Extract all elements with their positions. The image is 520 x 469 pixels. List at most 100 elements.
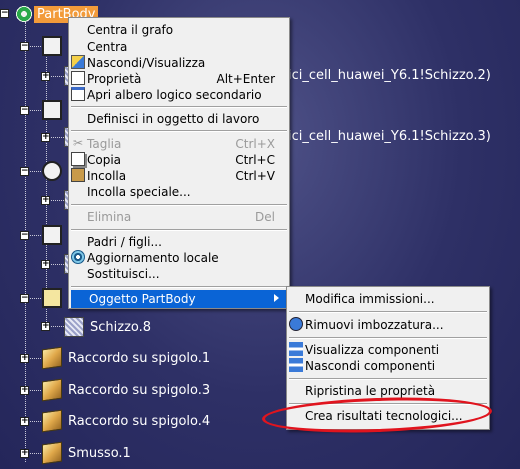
menu-item-local-update[interactable]: Aggiornamento locale: [69, 249, 289, 266]
collapse-toggle[interactable]: −: [20, 42, 29, 51]
submenu-item-restore-properties[interactable]: Ripristina le proprietà: [287, 382, 489, 399]
fillet-icon: [42, 409, 62, 433]
menu-item-label: Padri / figli...: [87, 234, 162, 249]
expand-toggle[interactable]: +: [20, 354, 29, 363]
expand-toggle[interactable]: +: [41, 322, 50, 331]
copy-icon: [71, 152, 85, 166]
menu-item-parents-children[interactable]: Padri / figli...: [69, 233, 289, 250]
menu-separator: [71, 130, 287, 132]
menu-item-delete[interactable]: Elimina Del: [69, 208, 289, 225]
menu-item-label: Rimuovi imbozzatura...: [305, 317, 444, 332]
remove-icon: [289, 317, 303, 331]
submenu-item-show-components[interactable]: Visualizza componenti: [287, 341, 489, 358]
menu-item-partbody-object[interactable]: Oggetto PartBody: [71, 290, 287, 308]
chamfer-icon: [42, 441, 62, 465]
menu-item-shortcut: Ctrl+X: [235, 136, 275, 151]
collapse-toggle[interactable]: −: [20, 167, 29, 176]
menu-item-label: Copia: [87, 152, 122, 167]
menu-item-center[interactable]: Centra: [69, 38, 289, 55]
menu-separator: [71, 204, 287, 206]
menu-item-paste[interactable]: Incolla Ctrl+V: [69, 167, 289, 184]
submenu-arrow-icon: [274, 294, 279, 302]
body-icon[interactable]: [42, 161, 62, 181]
menu-item-label: Taglia: [87, 136, 122, 151]
menu-item-label: Incolla speciale...: [87, 184, 191, 199]
fillet-icon: [42, 346, 62, 370]
menu-item-label: Definisci in oggetto di lavoro: [87, 111, 260, 126]
menu-item-label: Centra il grafo: [87, 22, 174, 37]
tree-node-text: ici_cell_huawei_Y6.1!Schizzo.3): [288, 129, 491, 144]
menu-item-shortcut: Alt+Enter: [216, 71, 275, 86]
menu-item-label: Oggetto PartBody: [89, 292, 196, 306]
menu-item-cut[interactable]: ✂ Taglia Ctrl+X: [69, 135, 289, 152]
submenu-item-hide-components[interactable]: Nascondi componenti: [287, 357, 489, 374]
menu-item-label: Sostituisci...: [87, 266, 160, 281]
hide-show-icon: [71, 55, 85, 69]
body-icon[interactable]: [42, 288, 62, 308]
collapse-toggle[interactable]: −: [20, 231, 29, 240]
collapse-toggle[interactable]: −: [20, 294, 29, 303]
partbody-gear-icon: [14, 4, 34, 24]
body-icon[interactable]: [42, 225, 62, 245]
menu-item-label: Apri albero logico secondario: [87, 87, 262, 102]
menu-item-label: Visualizza componenti: [305, 342, 440, 357]
expand-toggle[interactable]: +: [41, 133, 50, 142]
menu-item-hide-show[interactable]: Nascondi/Visualizza: [69, 54, 289, 71]
tree-node-sketch[interactable]: Schizzo.8: [64, 316, 151, 338]
menu-separator: [289, 311, 487, 313]
menu-item-shortcut: Ctrl+C: [235, 152, 275, 167]
menu-item-properties[interactable]: Proprietà Alt+Enter: [69, 70, 289, 87]
show-components-icon: [289, 342, 303, 356]
fillet-icon: [42, 378, 62, 402]
hide-components-icon: [289, 358, 303, 372]
menu-item-copy[interactable]: Copia Ctrl+C: [69, 151, 289, 168]
menu-separator: [71, 229, 287, 231]
expand-toggle[interactable]: +: [20, 417, 29, 426]
menu-item-replace[interactable]: Sostituisci...: [69, 265, 289, 282]
menu-item-label: Centra: [87, 39, 128, 54]
sketch-icon: [64, 317, 84, 337]
menu-item-label: Nascondi/Visualizza: [87, 55, 206, 70]
tree-node-fillet[interactable]: Raccordo su spigolo.1: [42, 346, 211, 370]
collapse-toggle[interactable]: −: [20, 106, 29, 115]
menu-item-center-graph[interactable]: Centra il grafo: [69, 21, 289, 38]
tree-node-label: Raccordo su spigolo.3: [68, 382, 211, 398]
tree-node-fillet[interactable]: Raccordo su spigolo.3: [42, 378, 211, 402]
update-icon: [71, 250, 85, 264]
expand-toggle[interactable]: +: [41, 260, 50, 269]
body-icon[interactable]: [42, 100, 62, 120]
tree-node-fillet[interactable]: Raccordo su spigolo.4: [42, 409, 211, 433]
menu-item-label: Nascondi componenti: [305, 358, 436, 373]
expand-toggle[interactable]: +: [41, 72, 50, 81]
tree-node-text: ici_cell_huawei_Y6.1!Schizzo.2): [288, 68, 491, 83]
menu-separator: [289, 337, 487, 339]
menu-item-open-subtree[interactable]: Apri albero logico secondario: [69, 86, 289, 103]
tree-node-label: Raccordo su spigolo.1: [68, 350, 211, 366]
body-icon[interactable]: [42, 36, 62, 56]
menu-item-label: Incolla: [87, 168, 127, 183]
expand-toggle[interactable]: +: [20, 449, 29, 458]
expand-toggle[interactable]: +: [20, 386, 29, 395]
expand-toggle[interactable]: +: [41, 196, 50, 205]
tree-window-icon: [71, 87, 85, 101]
tree-node-label: Smusso.1: [68, 445, 131, 461]
menu-item-label: Ripristina le proprietà: [305, 383, 436, 398]
tree-node-label: Raccordo su spigolo.4: [68, 413, 211, 429]
paste-icon: [71, 168, 85, 182]
tree-node-label: Schizzo.8: [90, 319, 152, 335]
menu-separator: [289, 378, 487, 380]
properties-icon: [71, 71, 85, 85]
submenu-item-edit-inputs[interactable]: Modifica immissioni...: [287, 290, 489, 307]
tree-node-chamfer[interactable]: Smusso.1: [42, 441, 131, 465]
menu-item-label: Proprietà: [87, 71, 142, 86]
context-menu: Centra il grafo Centra Nascondi/Visualiz…: [68, 17, 290, 309]
menu-item-shortcut: Del: [255, 209, 275, 224]
scissors-icon: ✂: [72, 136, 84, 150]
menu-separator: [71, 286, 287, 288]
menu-item-shortcut: Ctrl+V: [235, 168, 275, 183]
menu-item-label: Aggiornamento locale: [87, 250, 219, 265]
submenu-item-remove-embedding[interactable]: Rimuovi imbozzatura...: [287, 316, 489, 333]
collapse-toggle[interactable]: −: [0, 9, 9, 18]
menu-item-define-work-object[interactable]: Definisci in oggetto di lavoro: [69, 110, 289, 127]
menu-item-paste-special[interactable]: Incolla speciale...: [69, 183, 289, 200]
